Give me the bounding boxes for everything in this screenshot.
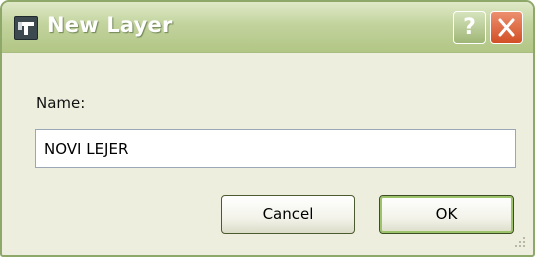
cancel-button[interactable]: Cancel (221, 195, 355, 234)
resize-grip-icon[interactable] (513, 235, 527, 249)
new-layer-dialog: New Layer ? Name: Cancel OK (0, 0, 535, 257)
name-input[interactable] (35, 129, 516, 168)
title-bar[interactable]: New Layer ? (2, 2, 533, 53)
app-icon (14, 16, 38, 40)
help-icon: ? (463, 15, 476, 40)
ok-button[interactable]: OK (379, 195, 514, 234)
close-icon (498, 18, 515, 37)
name-label: Name: (36, 94, 86, 112)
window-title: New Layer (47, 13, 173, 37)
close-button[interactable] (490, 11, 523, 44)
help-button[interactable]: ? (453, 11, 486, 44)
